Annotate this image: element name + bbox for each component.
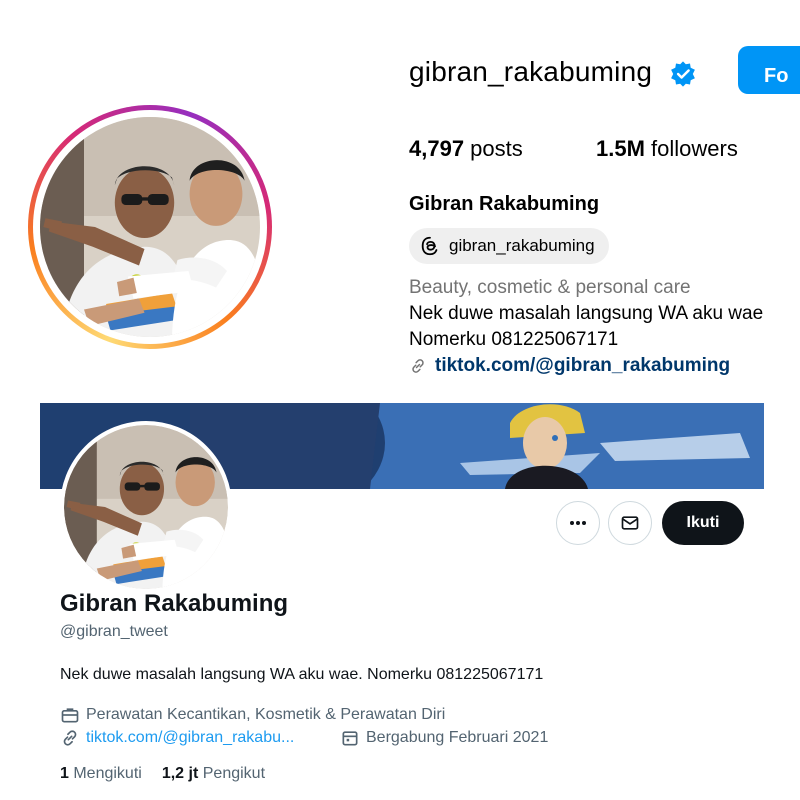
tw-joined-text: Bergabung Februari 2021 bbox=[366, 729, 549, 746]
briefcase-icon bbox=[61, 708, 79, 723]
tw-following[interactable]: 1 Mengikuti bbox=[60, 765, 142, 782]
tw-handle: @gibran_tweet bbox=[60, 623, 168, 640]
tw-profile-photo[interactable] bbox=[60, 421, 232, 593]
threads-icon bbox=[421, 236, 438, 256]
ig-threads-link[interactable]: gibran_rakabuming bbox=[409, 228, 609, 264]
tw-followers-label: Pengikut bbox=[198, 765, 266, 782]
ig-posts-label: posts bbox=[464, 136, 523, 161]
ig-story-ring[interactable] bbox=[28, 105, 272, 349]
ig-threads-handle: gibran_rakabuming bbox=[449, 236, 595, 255]
ig-external-link[interactable]: tiktok.com/@gibran_rakabuming bbox=[409, 355, 730, 377]
calendar-icon bbox=[342, 731, 358, 746]
tw-bio: Nek duwe masalah langsung WA aku wae. No… bbox=[60, 666, 544, 683]
link-icon bbox=[63, 730, 77, 746]
more-icon bbox=[570, 521, 586, 525]
ig-category: Beauty, cosmetic & personal care bbox=[409, 277, 691, 298]
tw-display-name: Gibran Rakabuming bbox=[60, 590, 289, 617]
ig-bio-line-2: Nomerku 081225067171 bbox=[409, 329, 619, 350]
tw-following-label: Mengikuti bbox=[68, 765, 142, 782]
ig-followers-label: followers bbox=[644, 136, 738, 161]
tw-category: Perawatan Kecantikan, Kosmetik & Perawat… bbox=[60, 705, 445, 725]
ig-follow-button[interactable]: Fo bbox=[738, 46, 800, 94]
message-button[interactable] bbox=[608, 501, 652, 545]
more-button[interactable] bbox=[556, 501, 600, 545]
ig-profile-photo bbox=[40, 117, 260, 337]
ig-posts-count: 4,797 bbox=[409, 136, 465, 161]
tw-follow-button[interactable]: Ikuti bbox=[662, 501, 744, 545]
tw-avatar-image bbox=[64, 425, 228, 589]
tw-followers-count: 1,2 jt bbox=[161, 765, 199, 782]
ig-username: gibran_rakabuming bbox=[409, 56, 653, 87]
ig-link-text: tiktok.com/@gibran_rakabuming bbox=[435, 355, 731, 376]
tw-link[interactable]: tiktok.com/@gibran_rakabu... bbox=[60, 728, 294, 748]
verified-badge-icon bbox=[671, 61, 695, 87]
instagram-profile: gibran_rakabuming Fo 4,797 posts 1.5M fo… bbox=[0, 0, 800, 395]
tw-category-text: Perawatan Kecantikan, Kosmetik & Perawat… bbox=[86, 706, 446, 723]
mail-icon bbox=[621, 516, 639, 530]
tw-following-count: 1 bbox=[60, 765, 69, 782]
ig-bio-line-1: Nek duwe masalah langsung WA aku wae bbox=[409, 303, 764, 324]
ig-posts-stat[interactable]: 4,797 posts bbox=[409, 136, 523, 162]
link-icon bbox=[412, 359, 424, 373]
ig-followers-count: 1.5M bbox=[596, 136, 645, 161]
tw-joined: Bergabung Februari 2021 bbox=[340, 728, 548, 748]
ig-followers-stat[interactable]: 1.5M followers bbox=[596, 136, 738, 162]
tw-link-text: tiktok.com/@gibran_rakabu... bbox=[86, 729, 295, 746]
tw-follow-stats: 1 Mengikuti 1,2 jt Pengikut bbox=[60, 765, 265, 783]
ig-display-name: Gibran Rakabuming bbox=[409, 193, 600, 215]
twitter-profile: Ikuti Gibran Rakabuming @gibran_tweet Ne… bbox=[40, 403, 764, 800]
tw-followers[interactable]: 1,2 jt Pengikut bbox=[162, 765, 265, 782]
